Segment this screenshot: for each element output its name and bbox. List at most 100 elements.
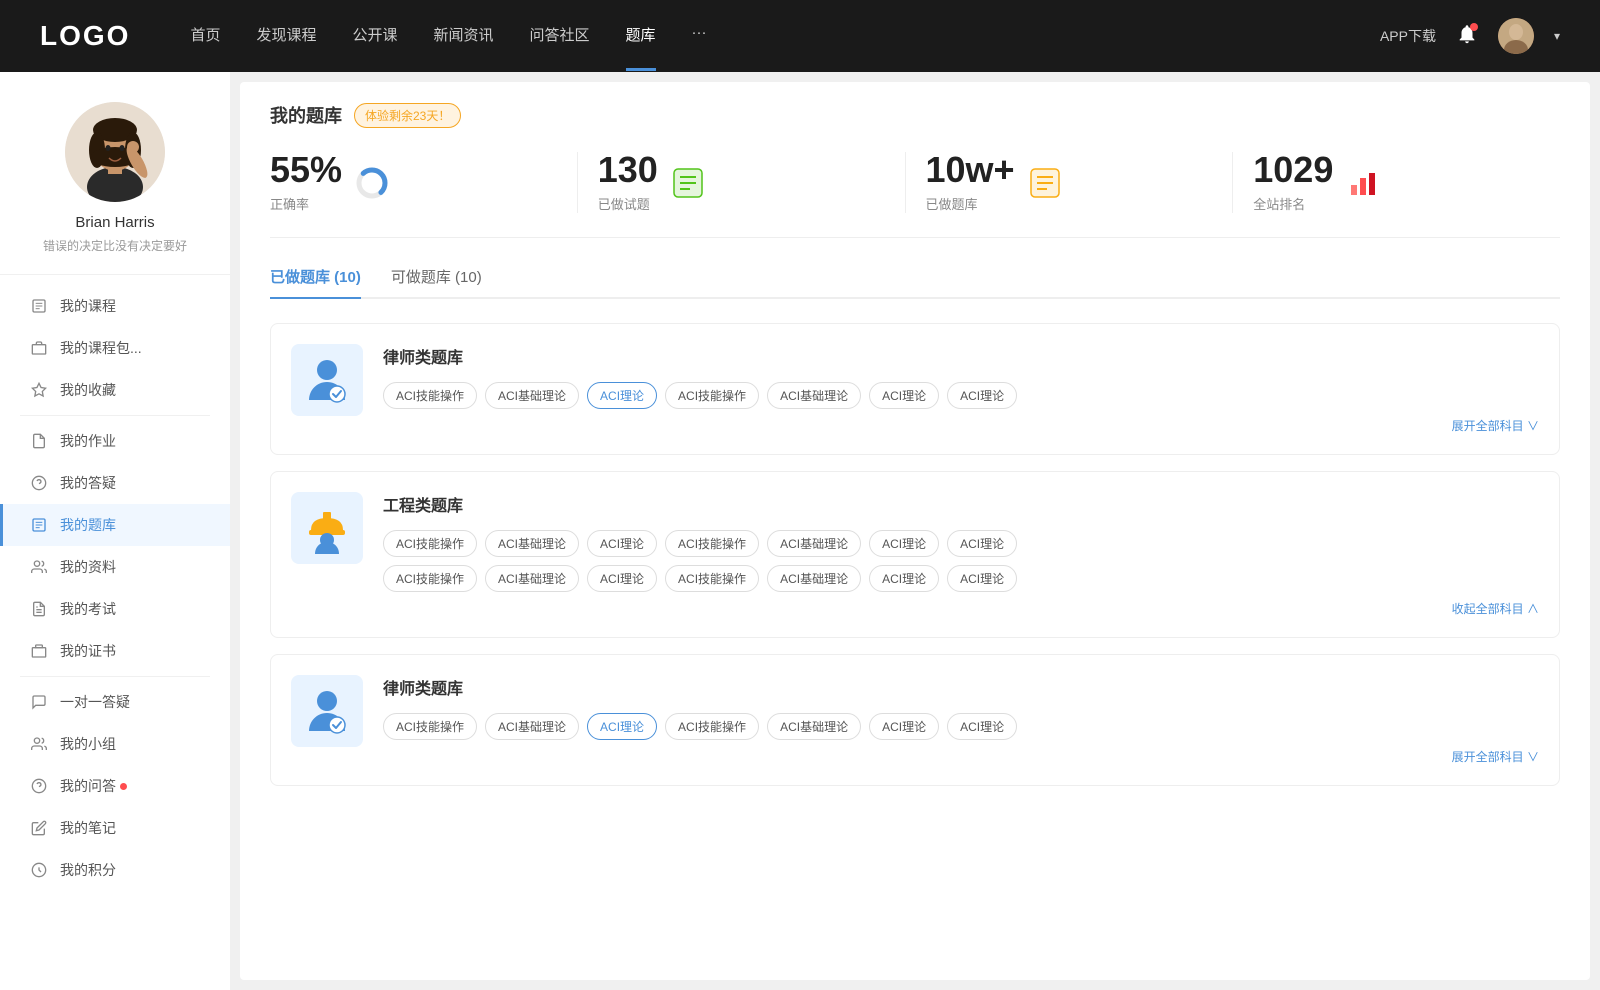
bank-info-engineer: 工程类题库 ACI技能操作 ACI基础理论 ACI理论 ACI技能操作 ACI基…	[383, 492, 1539, 617]
tag-l2-1[interactable]: ACI基础理论	[485, 713, 579, 740]
expand-link-lawyer-2[interactable]: 展开全部科目 ∨	[383, 748, 1539, 765]
profile-avatar-image	[65, 102, 165, 202]
tag-l1-4[interactable]: ACI基础理论	[767, 382, 861, 409]
tag-e-5[interactable]: ACI理论	[869, 530, 939, 557]
notification-bell[interactable]	[1456, 23, 1478, 50]
nav-item-more[interactable]: ···	[692, 24, 707, 49]
stat-accuracy: 55% 正确率	[270, 152, 578, 213]
tag-l1-3[interactable]: ACI技能操作	[665, 382, 759, 409]
tag-l2-4[interactable]: ACI基础理论	[767, 713, 861, 740]
collapse-link-engineer[interactable]: 收起全部科目 ∧	[383, 600, 1539, 617]
tag-l1-5[interactable]: ACI理论	[869, 382, 939, 409]
user-dropdown-arrow[interactable]: ▾	[1554, 29, 1560, 43]
tag-l1-2[interactable]: ACI理论	[587, 382, 657, 409]
sidebar-item-data[interactable]: 我的资料	[0, 546, 230, 588]
sidebar-item-exam[interactable]: 我的考试	[0, 588, 230, 630]
expand-link-lawyer-1[interactable]: 展开全部科目 ∨	[383, 417, 1539, 434]
stat-accuracy-text: 55% 正确率	[270, 152, 342, 213]
tag-l2-3[interactable]: ACI技能操作	[665, 713, 759, 740]
tag-e-3[interactable]: ACI技能操作	[665, 530, 759, 557]
sidebar-item-points[interactable]: 我的积分	[0, 849, 230, 891]
profile-section: Brian Harris 错误的决定比没有决定要好	[0, 102, 230, 275]
sidebar-divider-2	[20, 676, 210, 677]
tag-e-4[interactable]: ACI基础理论	[767, 530, 861, 557]
nav-item-discover[interactable]: 发现课程	[256, 24, 316, 49]
sidebar-label-tutor: 一对一答疑	[60, 692, 130, 712]
tag-e2-6[interactable]: ACI理论	[947, 565, 1017, 592]
sidebar-item-courses[interactable]: 我的课程	[0, 285, 230, 327]
sidebar-item-group[interactable]: 我的小组	[0, 723, 230, 765]
stat-banks-text: 10w+ 已做题库	[926, 152, 1015, 213]
nav-item-news[interactable]: 新闻资讯	[434, 24, 494, 49]
tag-e-1[interactable]: ACI基础理论	[485, 530, 579, 557]
sidebar-item-my-qa[interactable]: 我的问答	[0, 765, 230, 807]
profile-name: Brian Harris	[20, 214, 210, 231]
bank-tags-lawyer-1: ACI技能操作 ACI基础理论 ACI理论 ACI技能操作 ACI基础理论 AC…	[383, 382, 1539, 409]
tag-l1-1[interactable]: ACI基础理论	[485, 382, 579, 409]
nav-item-open-course[interactable]: 公开课	[352, 24, 397, 49]
stat-banks-icon	[1027, 165, 1063, 201]
sidebar-label-notes: 我的笔记	[60, 818, 116, 838]
nav-item-bank[interactable]: 题库	[626, 24, 656, 49]
sidebar-menu: 我的课程 我的课程包... 我的收藏	[0, 285, 230, 891]
sidebar-item-packages[interactable]: 我的课程包...	[0, 327, 230, 369]
stats-row: 55% 正确率 130 已做试题	[270, 152, 1560, 238]
tag-l1-0[interactable]: ACI技能操作	[383, 382, 477, 409]
course-icon	[30, 297, 48, 315]
bank-engineer-icon-wrap	[291, 492, 363, 564]
nav-logo[interactable]: LOGO	[40, 20, 130, 52]
package-icon	[30, 339, 48, 357]
sidebar-item-cert[interactable]: 我的证书	[0, 630, 230, 672]
question-icon	[30, 474, 48, 492]
main-container: Brian Harris 错误的决定比没有决定要好 我的课程 我的课程包...	[0, 72, 1600, 990]
bank-card-lawyer-2: 律师类题库 ACI技能操作 ACI基础理论 ACI理论 ACI技能操作 ACI基…	[270, 654, 1560, 786]
stat-accuracy-value: 55%	[270, 152, 342, 188]
cert-icon	[30, 642, 48, 660]
tag-e2-1[interactable]: ACI基础理论	[485, 565, 579, 592]
sidebar: Brian Harris 错误的决定比没有决定要好 我的课程 我的课程包...	[0, 72, 230, 990]
nav-item-home[interactable]: 首页	[190, 24, 220, 49]
tag-l2-6[interactable]: ACI理论	[947, 713, 1017, 740]
sidebar-item-notes[interactable]: 我的笔记	[0, 807, 230, 849]
sidebar-divider-1	[20, 415, 210, 416]
app-download-button[interactable]: APP下载	[1380, 26, 1436, 46]
bank-name-engineer: 工程类题库	[383, 492, 1539, 516]
sidebar-item-tutor[interactable]: 一对一答疑	[0, 681, 230, 723]
data-icon	[30, 558, 48, 576]
stat-banks-done: 10w+ 已做题库	[906, 152, 1234, 213]
tag-e-2[interactable]: ACI理论	[587, 530, 657, 557]
tag-l2-5[interactable]: ACI理论	[869, 713, 939, 740]
engineer-icon	[301, 502, 353, 554]
tag-l2-0[interactable]: ACI技能操作	[383, 713, 477, 740]
nav-item-qa[interactable]: 问答社区	[530, 24, 590, 49]
bank-info-lawyer-1: 律师类题库 ACI技能操作 ACI基础理论 ACI理论 ACI技能操作 ACI基…	[383, 344, 1539, 434]
tag-e2-3[interactable]: ACI技能操作	[665, 565, 759, 592]
user-avatar[interactable]	[1498, 18, 1534, 54]
lawyer-icon	[301, 354, 353, 406]
sidebar-label-courses: 我的课程	[60, 296, 116, 316]
tag-e-6[interactable]: ACI理论	[947, 530, 1017, 557]
group-icon	[30, 735, 48, 753]
nav-items: 首页 发现课程 公开课 新闻资讯 问答社区 题库 ···	[190, 24, 1380, 49]
tag-e2-5[interactable]: ACI理论	[869, 565, 939, 592]
sidebar-item-bank[interactable]: 我的题库	[0, 504, 230, 546]
tab-available[interactable]: 可做题库 (10)	[391, 266, 482, 297]
tag-e2-4[interactable]: ACI基础理论	[767, 565, 861, 592]
tag-l2-2[interactable]: ACI理论	[587, 713, 657, 740]
sidebar-item-qa-doubt[interactable]: 我的答疑	[0, 462, 230, 504]
list-yellow-icon	[1027, 165, 1063, 201]
sidebar-item-homework[interactable]: 我的作业	[0, 420, 230, 462]
sidebar-label-favorites: 我的收藏	[60, 380, 116, 400]
tag-e2-2[interactable]: ACI理论	[587, 565, 657, 592]
stat-accuracy-label: 正确率	[270, 194, 342, 213]
bank-card-engineer: 工程类题库 ACI技能操作 ACI基础理论 ACI理论 ACI技能操作 ACI基…	[270, 471, 1560, 638]
sidebar-item-favorites[interactable]: 我的收藏	[0, 369, 230, 411]
donut-chart-icon	[354, 165, 390, 201]
tag-e-0[interactable]: ACI技能操作	[383, 530, 477, 557]
tag-l1-6[interactable]: ACI理论	[947, 382, 1017, 409]
bank-lawyer2-icon-wrap	[291, 675, 363, 747]
sidebar-label-data: 我的资料	[60, 557, 116, 577]
sidebar-label-points: 我的积分	[60, 860, 116, 880]
tab-done[interactable]: 已做题库 (10)	[270, 266, 361, 297]
tag-e2-0[interactable]: ACI技能操作	[383, 565, 477, 592]
